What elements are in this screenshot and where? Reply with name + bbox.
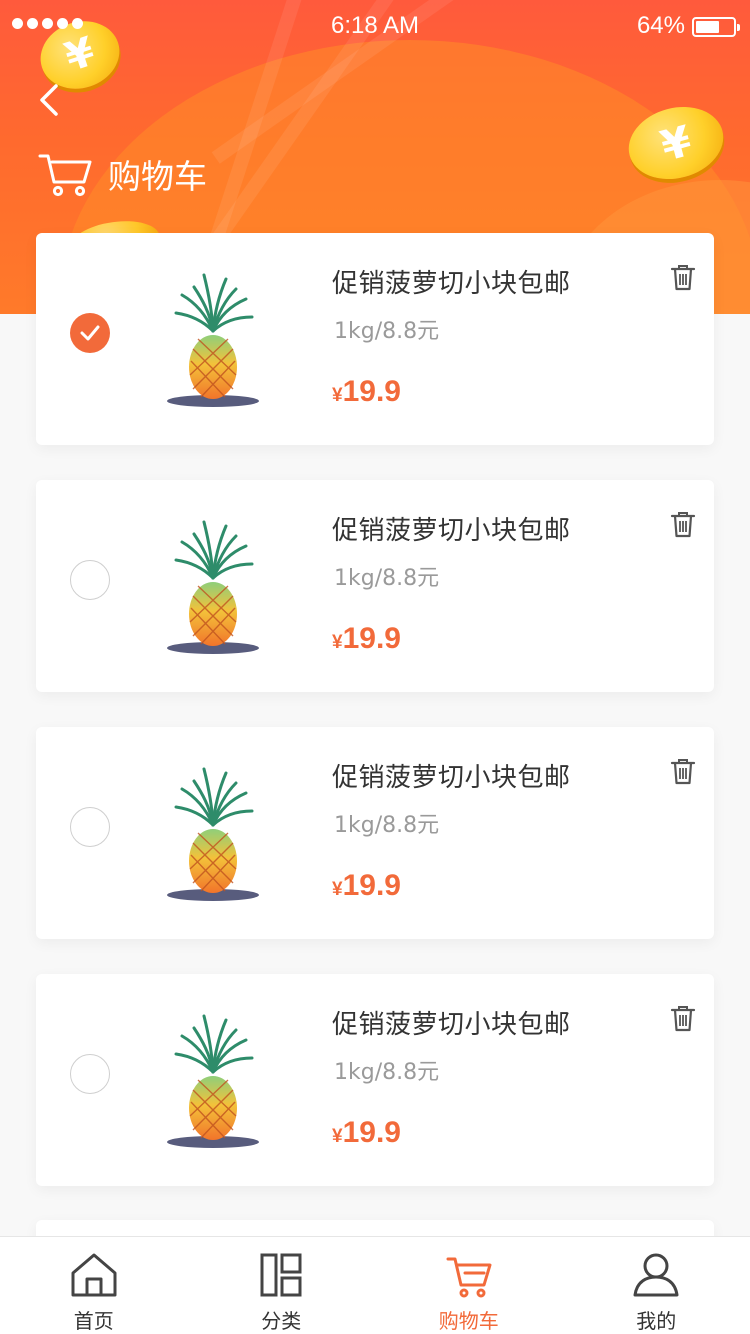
tab-label: 购物车 (438, 1309, 499, 1333)
product-name: 促销菠萝切小块包邮 (332, 269, 571, 299)
cart-icon (38, 154, 92, 197)
trash-icon[interactable] (670, 263, 696, 291)
product-name: 促销菠萝切小块包邮 (332, 516, 571, 546)
product-price: ¥19.9 (332, 622, 401, 656)
home-icon (71, 1253, 117, 1297)
page-title: 购物车 (108, 157, 207, 196)
cart-icon (446, 1257, 492, 1298)
product-spec: 1kg/8.8元 (334, 319, 440, 344)
currency-symbol: ¥ (332, 879, 343, 900)
battery-percent: 64% (636, 12, 685, 39)
pineapple-image (167, 273, 259, 407)
product-spec: 1kg/8.8元 (334, 566, 440, 591)
product-spec: 1kg/8.8元 (334, 1060, 440, 1085)
currency-symbol: ¥ (332, 632, 343, 653)
pineapple-image (167, 520, 259, 654)
tab-label: 我的 (636, 1309, 677, 1333)
tab-cart[interactable]: 购物车 (375, 1237, 563, 1334)
product-spec: 1kg/8.8元 (334, 813, 440, 838)
select-checkbox[interactable] (70, 560, 110, 600)
battery-icon (692, 17, 740, 37)
select-checkbox[interactable] (70, 313, 110, 353)
tab-bar: 首页 分类 购物车 我的 (0, 1236, 750, 1334)
product-price: ¥19.9 (332, 375, 401, 409)
cart-item-card[interactable]: 促销菠萝切小块包邮 1kg/8.8元 ¥19.9 (36, 233, 714, 445)
pineapple-image (167, 1014, 259, 1148)
pineapple-image (167, 767, 259, 901)
select-checkbox[interactable] (70, 807, 110, 847)
checkmark-icon (80, 325, 100, 341)
trash-icon[interactable] (670, 510, 696, 538)
product-price: ¥19.9 (332, 869, 401, 903)
cart-item-card[interactable]: 促销菠萝切小块包邮 1kg/8.8元 ¥19.9 (36, 974, 714, 1186)
trash-icon[interactable] (670, 757, 696, 785)
price-value: 19.9 (342, 869, 401, 902)
product-name: 促销菠萝切小块包邮 (332, 1010, 571, 1040)
cart-item-card[interactable]: 促销菠萝切小块包邮 1kg/8.8元 ¥19.9 (36, 480, 714, 692)
user-icon (633, 1253, 679, 1297)
currency-symbol: ¥ (332, 1126, 343, 1147)
cart-item-card[interactable]: 促销菠萝切小块包邮 1kg/8.8元 ¥19.9 (36, 727, 714, 939)
currency-symbol: ¥ (332, 385, 343, 406)
product-price: ¥19.9 (332, 1116, 401, 1150)
tab-label: 分类 (261, 1309, 302, 1333)
trash-icon[interactable] (670, 1004, 696, 1032)
tab-label: 首页 (73, 1309, 114, 1333)
tab-category[interactable]: 分类 (188, 1237, 376, 1334)
page-heading: 购物车 (38, 150, 207, 198)
price-value: 19.9 (342, 1116, 401, 1149)
price-value: 19.9 (342, 622, 401, 655)
product-name: 促销菠萝切小块包邮 (332, 763, 571, 793)
tab-mine[interactable]: 我的 (563, 1237, 750, 1334)
category-icon (260, 1253, 302, 1297)
select-checkbox[interactable] (70, 1054, 110, 1094)
price-value: 19.9 (342, 375, 401, 408)
tab-home[interactable]: 首页 (0, 1237, 188, 1334)
status-bar: 6:18 AM 64% (0, 0, 750, 52)
back-button[interactable] (30, 80, 70, 120)
